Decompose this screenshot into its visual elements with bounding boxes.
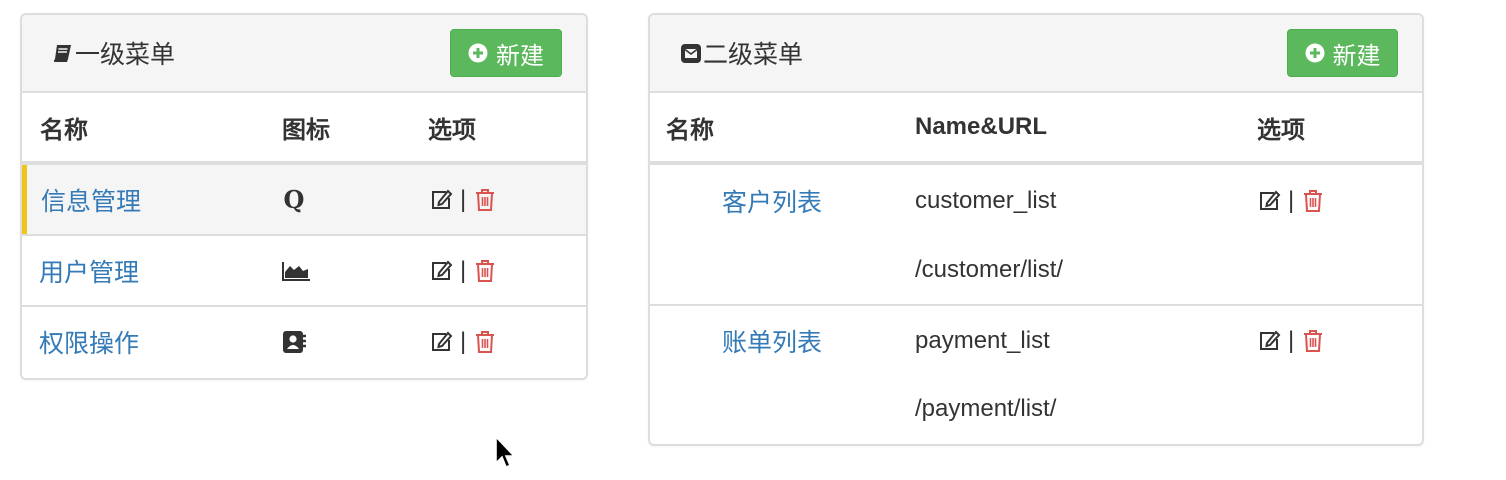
new-second-level-menu-button[interactable]: 新建: [1287, 29, 1398, 77]
new-button-label: 新建: [496, 42, 544, 70]
url-name-text: payment_list: [915, 327, 1050, 354]
url-text: /customer/list/: [915, 255, 1064, 283]
separator: |: [1288, 327, 1295, 354]
panel-heading: 二级菜单 新建: [650, 15, 1422, 93]
row-actions: |: [1256, 165, 1326, 237]
new-button-label: 新建: [1332, 42, 1381, 70]
submenu-name-link[interactable]: 客户列表: [722, 165, 822, 237]
url-name-text: customer_list: [915, 187, 1057, 214]
table-header: 名称 Name&URL 选项: [650, 93, 1422, 165]
panel-title: 一级菜单: [52, 15, 175, 91]
url-text: /payment/list/: [915, 394, 1057, 422]
separator: |: [1288, 187, 1295, 214]
column-header-name-url: Name&URL: [915, 113, 1048, 140]
column-header-name: 名称: [666, 116, 714, 144]
edit-icon[interactable]: [1256, 188, 1282, 214]
envelope-square-icon: [680, 42, 702, 64]
separator: |: [460, 256, 467, 284]
trash-icon[interactable]: [472, 329, 498, 355]
svg-text:Q: Q: [284, 187, 305, 213]
menu-name-link[interactable]: 用户管理: [39, 236, 139, 305]
table-header: 名称 图标 选项: [22, 93, 586, 165]
panel-heading: 一级菜单 新建: [22, 15, 586, 93]
column-header-options: 选项: [1257, 116, 1305, 144]
submenu-name-link[interactable]: 账单列表: [722, 306, 822, 376]
trash-icon[interactable]: [472, 258, 498, 284]
edit-icon[interactable]: [428, 187, 454, 213]
table-row: 用户管理 |: [22, 236, 586, 307]
edit-icon[interactable]: [428, 258, 454, 284]
plus-circle-icon: [1305, 43, 1325, 63]
menu-name-link[interactable]: 信息管理: [41, 165, 141, 234]
table-row: 权限操作 |: [22, 307, 586, 378]
row-actions: |: [428, 236, 498, 305]
trash-icon[interactable]: [1300, 188, 1326, 214]
edit-icon[interactable]: [428, 329, 454, 355]
first-level-menu-panel: 一级菜单 新建 名称 图标 选项 信息管理 Q | 用户管理 | 权限操作 |: [20, 13, 588, 380]
separator: |: [460, 185, 467, 213]
table-row: 客户列表 customer_list /customer/list/ |: [650, 165, 1422, 306]
panel-title-text: 二级菜单: [703, 41, 804, 69]
mouse-pointer-icon: [494, 434, 518, 472]
row-actions: |: [1256, 306, 1326, 376]
panel-title: 二级菜单: [680, 15, 803, 91]
trash-icon[interactable]: [472, 187, 498, 213]
column-header-icon: 图标: [282, 116, 330, 144]
menu-name-link[interactable]: 权限操作: [39, 307, 139, 376]
separator: |: [460, 327, 467, 355]
column-header-options: 选项: [428, 116, 476, 144]
q-icon: Q: [281, 165, 307, 234]
book-icon: [52, 42, 74, 64]
row-actions: |: [428, 165, 498, 234]
column-header-name: 名称: [40, 116, 88, 144]
trash-icon[interactable]: [1300, 328, 1326, 354]
panel-title-text: 一级菜单: [75, 41, 176, 69]
second-level-menu-panel: 二级菜单 新建 名称 Name&URL 选项 客户列表 customer_lis…: [648, 13, 1424, 446]
table-row: 账单列表 payment_list /payment/list/ |: [650, 306, 1422, 444]
area-chart-icon: [281, 236, 311, 305]
new-first-level-menu-button[interactable]: 新建: [450, 29, 562, 77]
address-book-icon: [281, 307, 307, 376]
row-actions: |: [428, 307, 498, 376]
edit-icon[interactable]: [1256, 328, 1282, 354]
plus-circle-icon: [468, 43, 488, 63]
table-row: 信息管理 Q |: [22, 165, 586, 236]
